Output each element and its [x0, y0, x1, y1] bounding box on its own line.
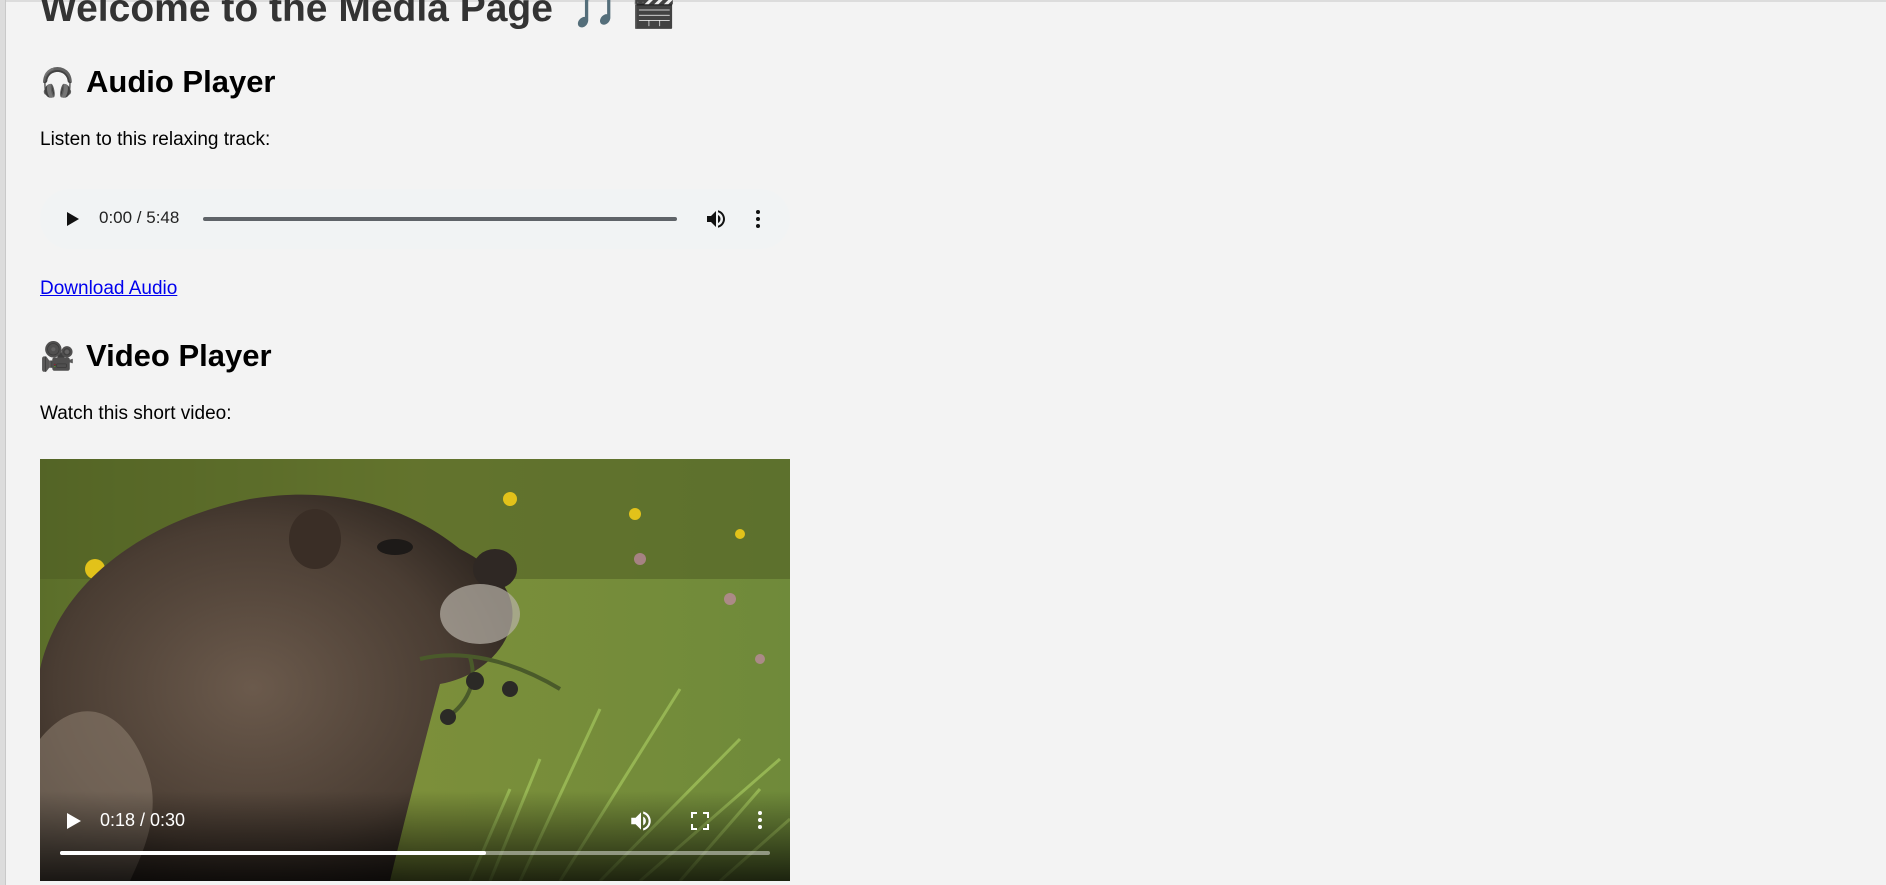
play-icon[interactable] [62, 810, 84, 832]
audio-heading-text: Audio Player [86, 64, 276, 99]
video-time: 0:18 / 0:30 [100, 810, 186, 830]
window-left-edge [0, 0, 6, 885]
audio-time: 0:00 / 5:48 [99, 208, 180, 227]
video-progress-fill [60, 851, 486, 855]
video-progress-bar[interactable] [60, 851, 770, 855]
audio-player[interactable]: 0:00 / 5:48 [40, 189, 790, 249]
download-audio-link[interactable]: Download Audio [40, 278, 177, 300]
headphones-icon: 🎧 [40, 66, 75, 98]
video-camera-icon: 🎥 [40, 340, 75, 372]
video-heading-text: Video Player [86, 338, 272, 373]
page-title-text: Welcome to the Media Page [40, 0, 553, 30]
more-options-icon[interactable] [748, 808, 772, 832]
video-section-heading: 🎥 Video Player [40, 338, 272, 374]
video-controls-overlay [40, 791, 790, 881]
audio-section-heading: 🎧 Audio Player [40, 64, 276, 100]
play-icon[interactable] [62, 209, 82, 229]
video-player[interactable]: 0:18 / 0:30 [40, 459, 790, 881]
music-clapper-emoji: 🎵 🎬 [571, 0, 677, 30]
audio-progress-bar[interactable] [203, 217, 677, 221]
page-title: Welcome to the Media Page 🎵 🎬 [40, 0, 677, 33]
volume-icon[interactable] [628, 808, 654, 834]
audio-description: Listen to this relaxing track: [40, 129, 271, 150]
volume-icon[interactable] [704, 207, 728, 231]
video-description: Watch this short video: [40, 403, 232, 424]
more-options-icon[interactable] [746, 207, 770, 231]
fullscreen-icon[interactable] [688, 809, 712, 833]
